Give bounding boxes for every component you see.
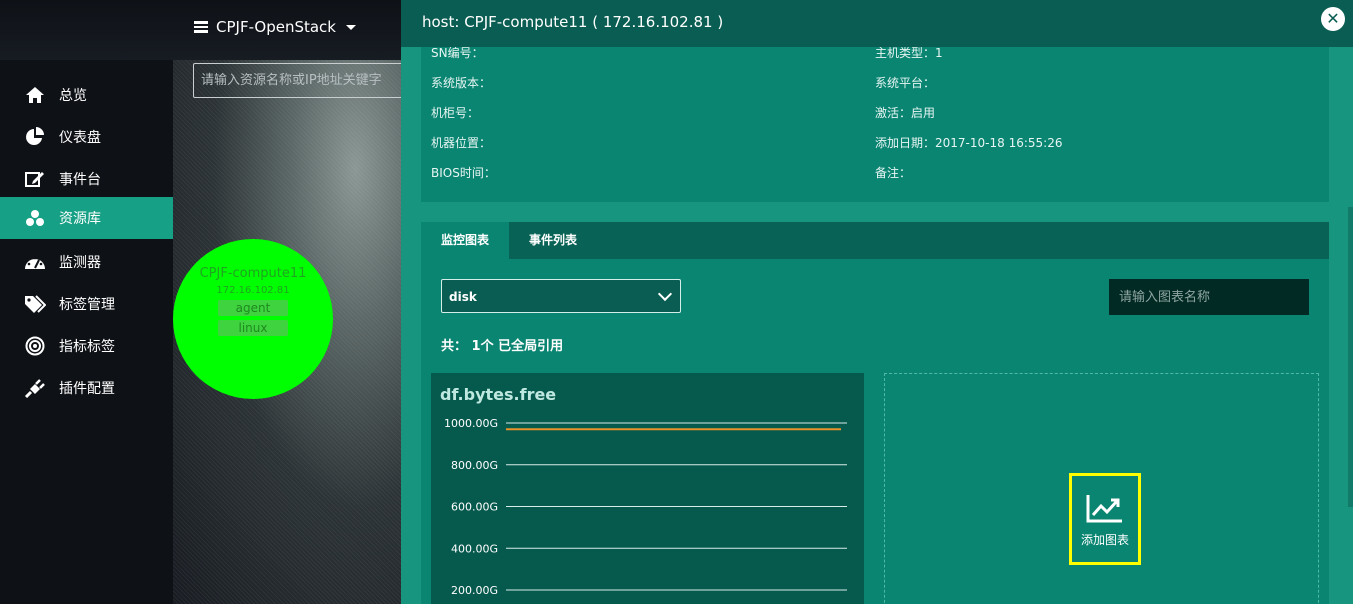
- tab-monitor-charts[interactable]: 监控图表: [421, 222, 509, 259]
- tab-event-list[interactable]: 事件列表: [509, 222, 597, 259]
- host-detail-panel: SN编号： 系统版本： 机柜号： 机器位置： BIOS时间： 主机类型：1 系统…: [401, 0, 1353, 604]
- sidebar-item-dashboard[interactable]: 仪表盘: [0, 116, 173, 158]
- sidebar-item-resources[interactable]: 资源库: [0, 197, 173, 239]
- sidebar-item-label: 指标标签: [59, 339, 115, 355]
- close-button[interactable]: ✕: [1321, 7, 1345, 31]
- home-icon: [24, 86, 46, 104]
- sidebar-item-label: 总览: [59, 88, 87, 104]
- info-item: 激活：启用: [875, 106, 936, 120]
- target-icon: [24, 336, 46, 356]
- top-bar: CPJF-OpenStack: [0, 0, 401, 60]
- tags-icon: [24, 295, 46, 313]
- sidebar-item-label: 标签管理: [59, 297, 115, 313]
- sidebar-item-monitor[interactable]: 监测器: [0, 241, 173, 283]
- info-item: 机柜号：: [431, 106, 480, 120]
- sidebar-item-plugin-config[interactable]: 插件配置: [0, 367, 173, 409]
- line-chart-icon: [1086, 495, 1122, 523]
- select-value: disk: [449, 290, 477, 304]
- y-tick-label: 200.00G: [451, 584, 498, 597]
- chart-card[interactable]: df.bytes.free 1000.00G 800.00G 600.00G 400.…: [431, 373, 864, 604]
- info-item: 系统版本：: [431, 76, 492, 90]
- dashboard-icon: [24, 253, 46, 271]
- monitor-section: 监控图表 事件列表 disk 共： 1个 已全局引用 df.bytes.free…: [421, 222, 1329, 604]
- host-node[interactable]: CPJF-compute11 172.16.102.81 agent linux: [173, 239, 333, 399]
- sidebar-item-label: 事件台: [59, 172, 101, 188]
- add-chart-label: 添加图表: [1080, 533, 1129, 547]
- info-item: 机器位置：: [431, 136, 492, 150]
- info-item: BIOS时间：: [431, 166, 496, 180]
- sidebar-item-overview[interactable]: 总览: [0, 74, 173, 116]
- y-tick-label: 1000.00G: [444, 417, 498, 430]
- y-tick-label: 800.00G: [451, 459, 498, 472]
- chevron-down-icon: [657, 286, 673, 302]
- y-tick-label: 600.00G: [451, 501, 498, 514]
- sidebar-item-label: 仪表盘: [59, 130, 101, 146]
- tab-bar: 监控图表 事件列表: [421, 222, 1329, 259]
- y-tick-label: 400.00G: [451, 542, 498, 555]
- scrollbar[interactable]: [1348, 47, 1353, 604]
- chart-count: 共： 1个 已全局引用: [441, 339, 564, 354]
- plug-icon: [24, 379, 46, 398]
- metric-group-select[interactable]: disk: [441, 279, 681, 313]
- caret-down-icon: [346, 24, 356, 30]
- topology-canvas[interactable]: CPJF-compute11 172.16.102.81 agent linux: [173, 60, 401, 604]
- cluster-name: CPJF-OpenStack: [216, 18, 336, 36]
- chart-search-input[interactable]: [1109, 279, 1309, 315]
- panel-title: host: CPJF-compute11 ( 172.16.102.81 ): [422, 13, 724, 31]
- sidebar-item-tag-management[interactable]: 标签管理: [0, 283, 173, 325]
- list-icon: [194, 21, 208, 33]
- node-ip: 172.16.102.81: [216, 285, 290, 296]
- resource-search-input[interactable]: [193, 63, 401, 98]
- node-name: CPJF-compute11: [199, 266, 307, 281]
- pie-chart-icon: [24, 127, 46, 146]
- sidebar-item-metric-tags[interactable]: 指标标签: [0, 325, 173, 367]
- panel-header: host: CPJF-compute11 ( 172.16.102.81 ): [401, 0, 1353, 47]
- close-icon: ✕: [1326, 9, 1340, 28]
- cluster-selector[interactable]: CPJF-OpenStack: [194, 18, 356, 36]
- sidebar-item-label: 插件配置: [59, 381, 115, 397]
- add-chart-button[interactable]: 添加图表: [1069, 473, 1141, 565]
- info-item: 添加日期：2017-10-18 16:55:26: [875, 136, 1063, 150]
- host-info-card: SN编号： 系统版本： 机柜号： 机器位置： BIOS时间： 主机类型：1 系统…: [421, 30, 1329, 202]
- sidebar: 总览 仪表盘 事件台 资源库 监测器 标签管理 指标标签 插件配置: [0, 60, 173, 604]
- edit-icon: [24, 170, 46, 188]
- cubes-icon: [24, 209, 46, 227]
- node-tag: agent: [218, 300, 288, 316]
- sidebar-item-label: 资源库: [59, 211, 101, 227]
- node-tag: linux: [218, 320, 288, 336]
- line-chart: 1000.00G 800.00G 600.00G 400.00G 200.00G: [444, 417, 847, 597]
- info-item: 系统平台：: [875, 76, 936, 90]
- add-chart-card: 添加图表: [884, 373, 1319, 604]
- sidebar-item-label: 监测器: [59, 255, 101, 271]
- info-item: 备注：: [875, 166, 912, 180]
- sidebar-item-events[interactable]: 事件台: [0, 158, 173, 200]
